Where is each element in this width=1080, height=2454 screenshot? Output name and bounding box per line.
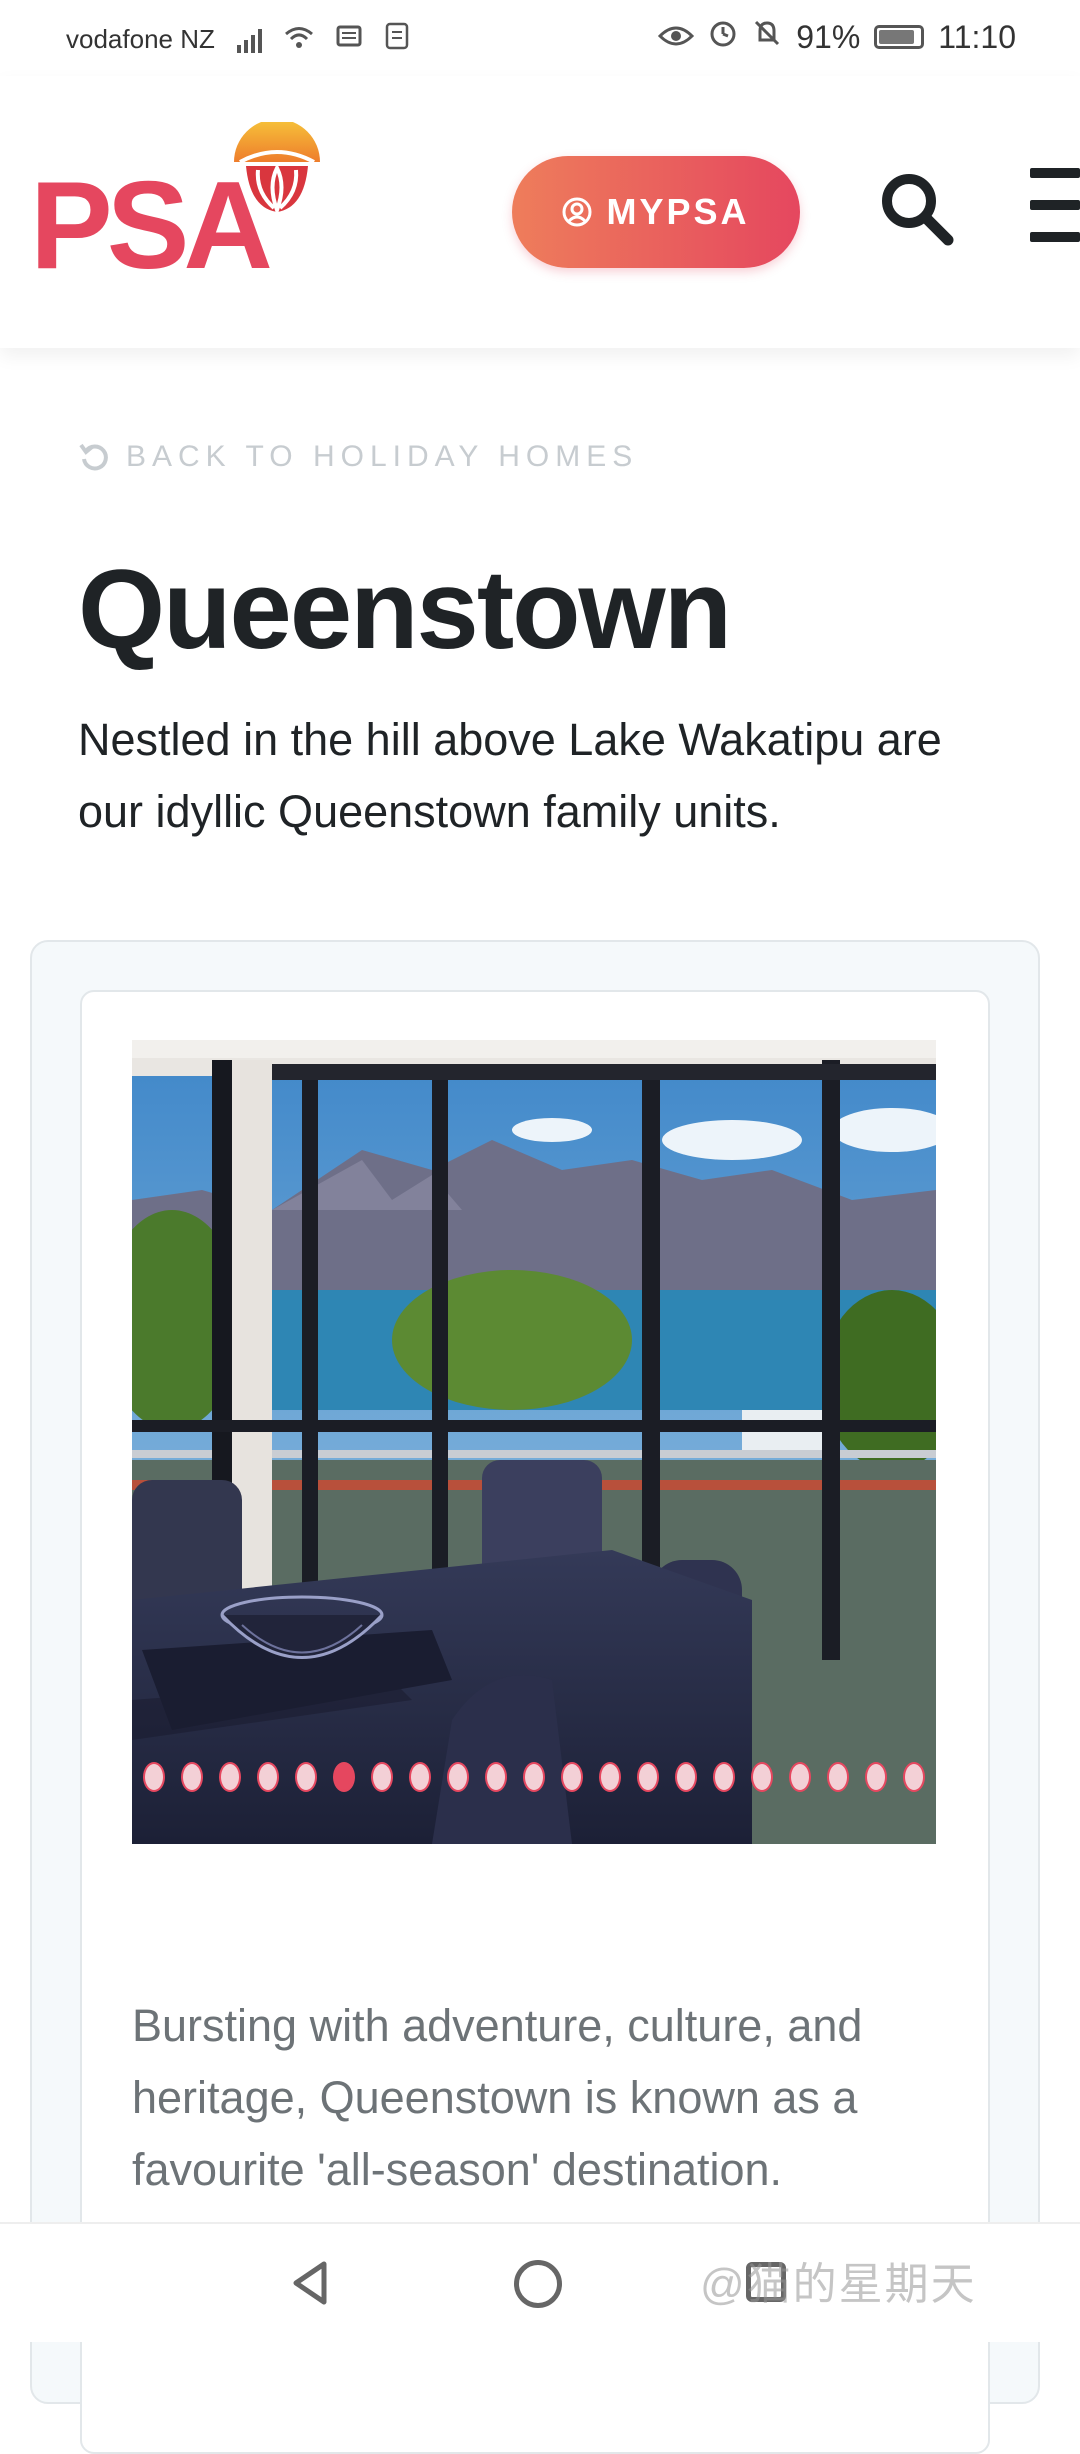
page-intro: Nestled in the hill above Lake Wakatipu … xyxy=(78,714,942,837)
status-bar: vodafone NZ 91% 11:10 xyxy=(0,0,1080,76)
system-nav-bar: @猫的星期天 xyxy=(0,2222,1080,2342)
search-icon[interactable] xyxy=(876,168,956,248)
user-icon xyxy=(562,197,592,227)
nav-home-icon[interactable] xyxy=(514,2260,562,2308)
carrier-label: vodafone NZ xyxy=(66,24,215,54)
mypsa-button[interactable]: MYPSA xyxy=(512,156,800,268)
carousel-dot[interactable] xyxy=(713,1762,735,1792)
back-link[interactable]: BACK TO HOLIDAY HOMES xyxy=(78,440,638,474)
carousel-dot[interactable] xyxy=(523,1762,545,1792)
back-arrow-icon xyxy=(79,443,108,471)
psa-logo-mark-icon xyxy=(234,122,320,216)
menu-icon[interactable] xyxy=(1030,168,1080,246)
back-link-label: BACK TO HOLIDAY HOMES xyxy=(126,440,639,473)
carousel-image[interactable] xyxy=(132,1040,936,1844)
carousel-dot[interactable] xyxy=(143,1762,165,1792)
carousel-dot[interactable] xyxy=(675,1762,697,1792)
carousel-dot[interactable] xyxy=(333,1762,355,1792)
carousel-dot[interactable] xyxy=(181,1762,203,1792)
carousel-dot[interactable] xyxy=(637,1762,659,1792)
app-notification-icon xyxy=(384,22,410,57)
queenstown-photo xyxy=(132,1040,936,1844)
carousel-dot[interactable] xyxy=(599,1762,621,1792)
carousel-dot[interactable] xyxy=(789,1762,811,1792)
signal-icon xyxy=(236,27,262,53)
site-header: PSA MYPSA xyxy=(0,76,1080,348)
carousel-dot[interactable] xyxy=(447,1762,469,1792)
watermark: @猫的星期天 xyxy=(700,2260,977,2309)
carousel-dot[interactable] xyxy=(751,1762,773,1792)
carousel-dot[interactable] xyxy=(865,1762,887,1792)
status-right: 91% 11:10 xyxy=(658,18,1016,56)
carousel-dot[interactable] xyxy=(219,1762,241,1792)
carousel-dot[interactable] xyxy=(903,1762,925,1792)
eye-icon xyxy=(658,19,695,56)
status-left: vodafone NZ xyxy=(66,22,410,57)
carousel-dot[interactable] xyxy=(257,1762,279,1792)
battery-icon xyxy=(874,25,925,49)
page-title: Queenstown xyxy=(78,547,732,672)
alarm-icon xyxy=(708,18,738,56)
battery-percent: 91% xyxy=(796,18,861,55)
carousel-dot[interactable] xyxy=(295,1762,317,1792)
clock: 11:10 xyxy=(938,18,1016,55)
mypsa-label: MYPSA xyxy=(606,191,750,232)
wifi-icon xyxy=(284,25,314,55)
news-icon xyxy=(336,24,362,55)
mute-icon xyxy=(752,18,782,56)
listing-description: Bursting with adventure, culture, and he… xyxy=(132,2000,863,2195)
carousel-dot[interactable] xyxy=(561,1762,583,1792)
carousel-dots xyxy=(132,1762,936,1792)
nav-back-icon[interactable] xyxy=(286,2258,336,2308)
carousel-dot[interactable] xyxy=(827,1762,849,1792)
carousel-dot[interactable] xyxy=(485,1762,507,1792)
carousel-dot[interactable] xyxy=(409,1762,431,1792)
carousel-dot[interactable] xyxy=(371,1762,393,1792)
